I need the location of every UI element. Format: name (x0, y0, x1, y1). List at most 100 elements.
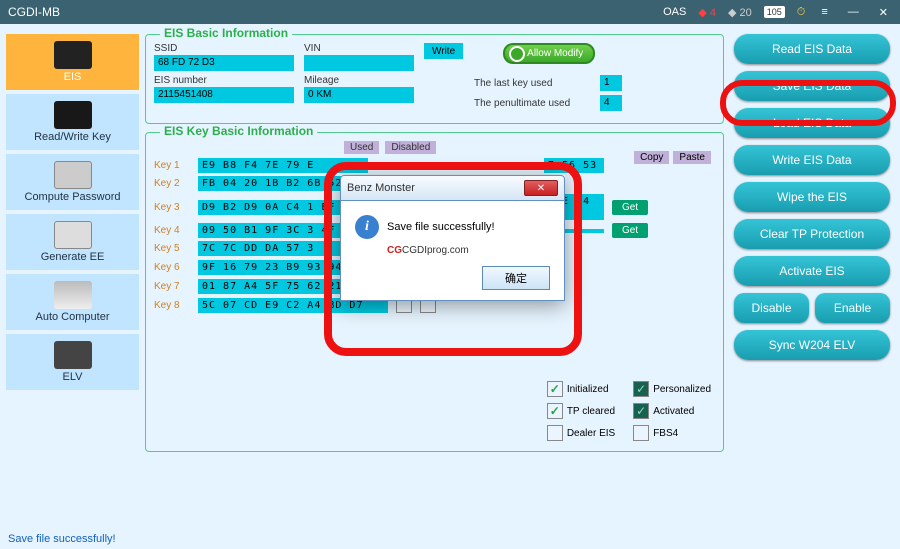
dialog: Benz Monster ✕ i Save file successfully!… (340, 175, 565, 301)
activated-checkbox[interactable] (633, 403, 649, 419)
clear-tp-button[interactable]: Clear TP Protection (734, 219, 890, 249)
sidebar-item-compute-password[interactable]: Compute Password (6, 154, 139, 210)
dialog-logo: CGCGDIprog.com (387, 245, 550, 256)
mileage-label: Mileage (304, 75, 414, 86)
brand-text: CGDIprog (402, 245, 447, 256)
used-header: Used (344, 141, 379, 154)
penult-key-value: 4 (600, 95, 622, 111)
diamond-gray-icon: ◆ 20 (728, 6, 752, 19)
ssid-label: SSID (154, 43, 294, 54)
mileage-value: 0 KM (304, 87, 414, 103)
get-button[interactable]: Get (612, 223, 648, 238)
dealer-eis-label: Dealer EIS (567, 428, 615, 439)
key-info-legend: EIS Key Basic Information (160, 124, 317, 138)
load-eis-button[interactable]: Load EIS Data (734, 108, 890, 138)
allow-modify-button[interactable]: Allow Modify (503, 43, 595, 64)
write-button[interactable]: Write (424, 43, 463, 59)
disabled-header: Disabled (385, 141, 436, 154)
key-label: Key 2 (154, 178, 190, 189)
key-label: Key 3 (154, 202, 190, 213)
date-badge: 105 (764, 6, 785, 18)
penult-key-label: The penultimate used (474, 98, 594, 109)
sidebar-label: Read/Write Key (34, 131, 111, 143)
eis-basic-info-fieldset: EIS Basic Information SSID68 FD 72 D3 VI… (145, 34, 724, 124)
wipe-eis-button[interactable]: Wipe the EIS (734, 182, 890, 212)
get-button[interactable]: Get (612, 200, 648, 215)
eis-icon (54, 41, 92, 69)
dealer-eis-checkbox[interactable] (547, 425, 563, 441)
sidebar-label: EIS (64, 71, 82, 83)
app-title: CGDI-MB (8, 5, 663, 19)
printer-icon (54, 221, 92, 249)
key-data: E9 B8 F4 7E 79 E (198, 158, 368, 173)
sidebar-item-generate-ee[interactable]: Generate EE (6, 214, 139, 270)
sidebar: EIS Read/Write Key Compute Password Gene… (0, 24, 145, 522)
tp-cleared-label: TP cleared (567, 406, 615, 417)
write-eis-button[interactable]: Write EIS Data (734, 145, 890, 175)
save-eis-button[interactable]: Save EIS Data (734, 71, 890, 101)
personalized-label: Personalized (653, 384, 711, 395)
key-label: Key 8 (154, 300, 190, 311)
sidebar-item-auto-computer[interactable]: Auto Computer (6, 274, 139, 330)
dialog-title: Benz Monster (347, 182, 415, 194)
elv-icon (54, 341, 92, 369)
key-label: Key 5 (154, 243, 190, 254)
brand-suffix: .com (447, 245, 469, 256)
red-count: 4 (710, 7, 716, 19)
titlebar-stats: OAS ◆ 4 ◆ 20 105 ⏱ ≡ — ✕ (663, 6, 892, 19)
paste-button[interactable]: Paste (673, 151, 711, 164)
auto-computer-icon (54, 281, 92, 309)
close-button[interactable]: ✕ (875, 6, 892, 19)
ssid-value: 68 FD 72 D3 (154, 55, 294, 71)
info-icon: i (355, 215, 379, 239)
minimize-button[interactable]: — (844, 6, 863, 18)
dialog-ok-button[interactable]: 确定 (482, 266, 550, 290)
eis-number-label: EIS number (154, 75, 294, 86)
enable-button[interactable]: Enable (815, 293, 890, 323)
key-label: Key 1 (154, 160, 190, 171)
key-label: Key 6 (154, 262, 190, 273)
vin-label: VIN (304, 43, 414, 54)
clock-icon: ⏱ (797, 6, 806, 19)
sync-elv-button[interactable]: Sync W204 ELV (734, 330, 890, 360)
key-icon (54, 101, 92, 129)
eis-number-value: 2115451408 (154, 87, 294, 103)
read-eis-button[interactable]: Read EIS Data (734, 34, 890, 64)
activate-eis-button[interactable]: Activate EIS (734, 256, 890, 286)
key-ext: 7 E6 53 (544, 158, 604, 173)
last-key-value: 1 (600, 75, 622, 91)
sidebar-item-elv[interactable]: ELV (6, 334, 139, 390)
gray-count: 20 (739, 7, 751, 19)
key-label: Key 4 (154, 225, 190, 236)
action-panel: Read EIS Data Save EIS Data Load EIS Dat… (730, 24, 900, 522)
initialized-label: Initialized (567, 384, 609, 395)
menu-icon[interactable]: ≡ (817, 6, 831, 18)
fbs4-checkbox[interactable] (633, 425, 649, 441)
dialog-message: Save file successfully! (387, 221, 495, 233)
key-row-1: Key 1 E9 B8 F4 7E 79 E 7 E6 53 (154, 158, 715, 173)
computer-icon (54, 161, 92, 189)
copy-button[interactable]: Copy (634, 151, 669, 164)
activated-label: Activated (653, 406, 694, 417)
sidebar-item-read-write-key[interactable]: Read/Write Key (6, 94, 139, 150)
fbs4-label: FBS4 (653, 428, 678, 439)
sidebar-label: Auto Computer (36, 311, 110, 323)
tp-cleared-checkbox[interactable] (547, 403, 563, 419)
dialog-close-button[interactable]: ✕ (524, 180, 558, 196)
vin-value[interactable] (304, 55, 414, 71)
basic-info-legend: EIS Basic Information (160, 26, 292, 40)
key-label: Key 7 (154, 281, 190, 292)
diamond-red-icon: ◆ 4 (698, 6, 716, 19)
sidebar-label: Generate EE (41, 251, 105, 263)
sidebar-item-eis[interactable]: EIS (6, 34, 139, 90)
disable-button[interactable]: Disable (734, 293, 809, 323)
oas-label: OAS (663, 6, 686, 18)
dialog-titlebar: Benz Monster ✕ (340, 175, 565, 201)
personalized-checkbox[interactable] (633, 381, 649, 397)
last-key-label: The last key used (474, 78, 594, 89)
status-area: Initialized Personalized TP cleared Acti… (547, 381, 711, 441)
sidebar-label: Compute Password (25, 191, 121, 203)
sidebar-label: ELV (63, 371, 83, 383)
status-bar: Save file successfully! (8, 533, 116, 545)
initialized-checkbox[interactable] (547, 381, 563, 397)
